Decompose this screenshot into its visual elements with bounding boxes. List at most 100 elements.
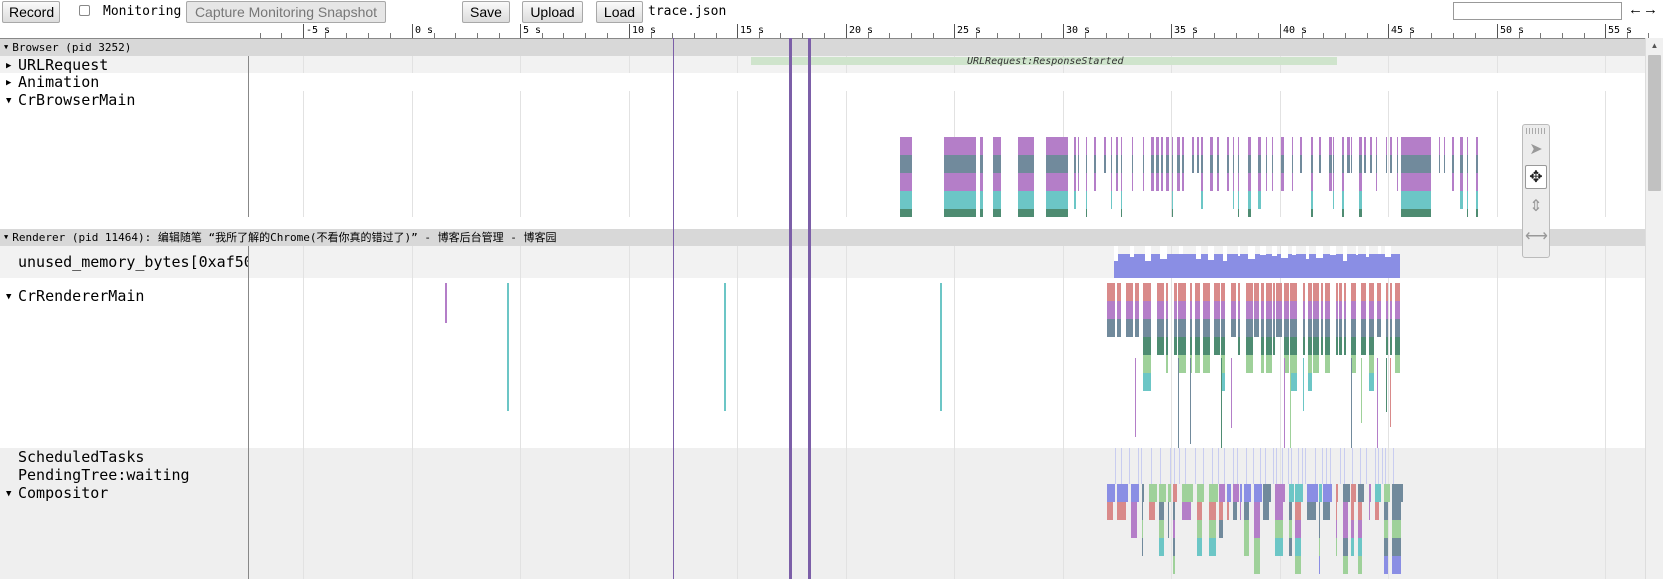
scheduled-task-slice[interactable] (1382, 448, 1383, 466)
trace-slice[interactable] (1238, 155, 1239, 173)
monitoring-checkbox[interactable] (79, 5, 90, 16)
scheduled-task-slice[interactable] (1218, 448, 1219, 466)
trace-slice[interactable] (1384, 538, 1388, 556)
pendingtree-slice[interactable] (1233, 466, 1234, 484)
trace-slice[interactable] (1166, 337, 1168, 355)
pendingtree-slice[interactable] (1282, 466, 1283, 484)
trace-slice[interactable] (1238, 301, 1240, 319)
trace-slice[interactable] (1392, 538, 1401, 556)
pendingtree-slice[interactable] (1352, 466, 1353, 484)
trace-slice[interactable] (1201, 191, 1203, 209)
trace-slice[interactable] (1178, 283, 1186, 301)
trace-slice[interactable] (1303, 283, 1305, 301)
trace-slice[interactable] (1086, 209, 1087, 217)
trace-slice[interactable] (1166, 137, 1169, 155)
trace-slice[interactable] (1321, 283, 1323, 301)
trace-slice[interactable] (1231, 319, 1236, 337)
pendingtree-slice[interactable] (1160, 466, 1161, 484)
trace-slice[interactable] (1209, 502, 1216, 520)
trace-slice[interactable] (1195, 337, 1200, 355)
trace-slice[interactable] (1397, 173, 1398, 191)
trace-slice[interactable] (1238, 137, 1239, 155)
trace-slice[interactable] (980, 173, 983, 191)
trace-slice[interactable] (1104, 137, 1106, 155)
trace-slice[interactable] (1325, 319, 1330, 337)
trace-slice[interactable] (1303, 319, 1305, 337)
trace-slice[interactable] (1422, 137, 1425, 155)
trace-slice[interactable] (944, 137, 976, 155)
trace-slice[interactable] (1240, 502, 1241, 520)
trace-slice[interactable] (1173, 556, 1175, 574)
trace-slice[interactable] (1319, 520, 1320, 538)
trace-slice[interactable] (1246, 319, 1253, 337)
trace-slice[interactable] (1178, 337, 1186, 355)
scheduled-task-slice[interactable] (1224, 448, 1225, 466)
trace-slice[interactable] (1325, 355, 1330, 373)
trace-slice[interactable] (1166, 283, 1168, 301)
trace-slice[interactable] (1195, 355, 1200, 373)
trace-slice[interactable] (1307, 502, 1316, 520)
trace-slice[interactable] (1117, 502, 1126, 520)
trace-slice[interactable] (1292, 173, 1293, 191)
trace-slice[interactable] (1342, 209, 1344, 217)
trace-slice[interactable] (1266, 355, 1272, 373)
trace-slice[interactable] (1254, 556, 1260, 574)
trace-slice[interactable] (1276, 283, 1282, 301)
scheduled-task-slice[interactable] (1344, 448, 1345, 466)
trace-slice[interactable] (1166, 173, 1169, 191)
scheduled-task-slice[interactable] (1340, 448, 1341, 466)
scheduled-task-slice[interactable] (1385, 448, 1386, 466)
collapse-arrow-icon[interactable]: ▼ (6, 92, 14, 110)
trace-slice[interactable] (1261, 301, 1264, 319)
trace-slice[interactable] (1116, 137, 1118, 155)
trace-slice[interactable] (1221, 337, 1225, 355)
memory-counter-gap[interactable] (1260, 246, 1266, 255)
trace-slice[interactable] (1142, 484, 1144, 502)
trace-slice[interactable] (1319, 137, 1321, 155)
trace-slice[interactable] (1244, 520, 1249, 538)
trace-slice[interactable] (1178, 301, 1186, 319)
trace-slice[interactable] (507, 283, 509, 411)
trace-slice[interactable] (1351, 319, 1356, 337)
pendingtree-slice[interactable] (1174, 466, 1175, 484)
trace-slice[interactable] (1107, 484, 1115, 502)
trace-slice[interactable] (1254, 520, 1260, 538)
trace-slice[interactable] (993, 137, 1001, 155)
trace-slice[interactable] (1178, 358, 1179, 448)
trace-slice[interactable] (1284, 283, 1289, 301)
trace-slice[interactable] (1135, 301, 1139, 319)
trace-slice[interactable] (1397, 137, 1398, 155)
trace-slice[interactable] (1290, 319, 1297, 337)
trace-slice[interactable] (1404, 137, 1405, 155)
pendingtree-slice[interactable] (1253, 466, 1254, 484)
trace-slice[interactable] (1117, 283, 1121, 301)
trace-slice[interactable] (1078, 155, 1079, 173)
trace-slice[interactable] (1295, 502, 1301, 520)
trace-slice[interactable] (1018, 137, 1034, 155)
trace-slice[interactable] (1121, 191, 1122, 209)
trace-slice[interactable] (1342, 191, 1344, 209)
scheduled-task-slice[interactable] (1179, 448, 1180, 466)
trace-slice[interactable] (1370, 155, 1372, 173)
pendingtree-slice[interactable] (1121, 466, 1122, 484)
trace-slice[interactable] (1111, 155, 1112, 173)
scheduled-task-slice[interactable] (1233, 448, 1234, 466)
trace-slice[interactable] (1161, 155, 1163, 173)
trace-slice[interactable] (1319, 484, 1322, 502)
pendingtree-slice[interactable] (1203, 466, 1204, 484)
trace-slice[interactable] (1214, 283, 1220, 301)
track-crrenderermain[interactable]: ▼ CrRendererMain (0, 278, 1645, 448)
trace-slice[interactable] (1261, 283, 1264, 301)
trace-slice[interactable] (1132, 173, 1133, 191)
trace-slice[interactable] (1460, 191, 1463, 209)
trace-slice[interactable] (1178, 355, 1186, 373)
trace-slice[interactable] (1300, 155, 1302, 173)
trace-slice[interactable] (1219, 520, 1223, 538)
trace-slice[interactable] (1290, 373, 1297, 391)
trace-slice[interactable] (1214, 319, 1220, 337)
trace-slice[interactable] (1221, 301, 1225, 319)
trace-slice[interactable] (1168, 520, 1169, 538)
trace-slice[interactable] (1244, 484, 1251, 502)
trace-slice[interactable] (1307, 484, 1318, 502)
trace-slice[interactable] (1244, 502, 1249, 520)
